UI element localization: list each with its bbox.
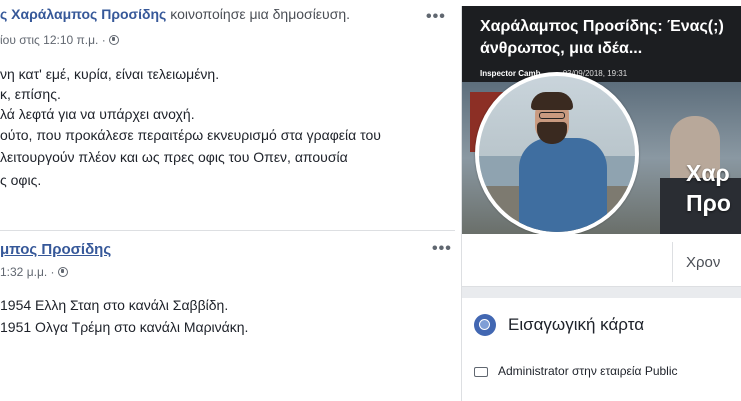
briefcase-icon xyxy=(474,367,488,377)
avatar-person-glasses xyxy=(539,112,565,119)
globe-icon xyxy=(108,35,119,45)
intro-section: Εισαγωγική κάρτα Administrator στην εται… xyxy=(462,298,741,401)
post-timestamp-text[interactable]: 1:32 μ.μ. · xyxy=(0,265,55,279)
page-name-line: Προ xyxy=(686,190,731,216)
cover-title-line: άνθρωπος, μια ιδέα... xyxy=(480,40,643,57)
intro-globe-icon xyxy=(474,314,496,336)
post-text-line: ούτο, που προκάλεσε περαιτέρω εκνευρισμό… xyxy=(0,127,381,143)
cover-title-line: Χαράλαμπος Προσίδης: Ένας(;) xyxy=(480,18,724,35)
more-options-icon[interactable]: ••• xyxy=(426,9,446,25)
profile-avatar[interactable] xyxy=(475,72,639,236)
more-options-icon[interactable]: ••• xyxy=(432,241,452,257)
tab-timeline[interactable]: Χρον xyxy=(686,254,720,271)
intro-work-row: Administrator στην εταιρεία Public xyxy=(474,364,678,378)
post-author-link[interactable]: ς Χαράλαμπος Προσίδης xyxy=(0,6,166,22)
post-timestamp[interactable]: 1:32 μ.μ. · xyxy=(0,265,68,279)
facebook-page: ς Χαράλαμπος Προσίδης κοινοποίησε μια δη… xyxy=(0,0,741,401)
news-feed: ς Χαράλαμπος Προσίδης κοινοποίησε μια δη… xyxy=(0,0,460,401)
globe-icon xyxy=(57,267,68,277)
post-text-line: λειτουργούν πλέον και ως πρες οφις του Ο… xyxy=(0,149,348,165)
post-text-line: 1954 Ελλη Σταη στο κανάλι Σαββίδη. xyxy=(0,297,229,313)
post-header: ς Χαράλαμπος Προσίδης κοινοποίησε μια δη… xyxy=(0,6,420,22)
post-author-link[interactable]: μπος Προσίδης xyxy=(0,241,111,258)
post-divider xyxy=(0,230,455,231)
post-text-line: 1951 Ολγα Τρέμη στο κανάλι Μαρινάκη. xyxy=(0,319,249,335)
post-timestamp[interactable]: ίου στις 12:10 π.μ. · xyxy=(0,33,119,47)
profile-tab-bar: Χρον xyxy=(462,234,741,287)
post-timestamp-text[interactable]: ίου στις 12:10 π.μ. · xyxy=(0,33,106,47)
page-name[interactable]: Χαρ Προ xyxy=(686,158,731,218)
avatar-person-hair xyxy=(531,92,573,110)
post-text-line: νη κατ' εμέ, κυρία, είναι τελειωμένη. xyxy=(0,66,220,82)
section-gap xyxy=(462,287,741,298)
page-name-line: Χαρ xyxy=(686,160,730,186)
intro-title: Εισαγωγική κάρτα xyxy=(508,315,645,334)
post-header: μπος Προσίδης xyxy=(0,240,111,260)
post-action-text: κοινοποίησε μια δημοσίευση. xyxy=(166,6,351,22)
profile-card: Χαράλαμπος Προσίδης: Ένας(;) άνθρωπος, μ… xyxy=(461,6,741,401)
post-text-line: κ, επίσης. xyxy=(0,86,61,102)
avatar-person-body xyxy=(519,138,607,232)
intro-work-text: Administrator στην εταιρεία Public xyxy=(498,364,678,378)
avatar-photo xyxy=(479,76,635,232)
tab-separator xyxy=(672,242,673,282)
post-text-line: ς οφις. xyxy=(0,172,42,188)
cover-article-title[interactable]: Χαράλαμπος Προσίδης: Ένας(;) άνθρωπος, μ… xyxy=(480,16,740,60)
post-text-line: λά λεφτά για να υπάρχει ανοχή. xyxy=(0,106,195,122)
